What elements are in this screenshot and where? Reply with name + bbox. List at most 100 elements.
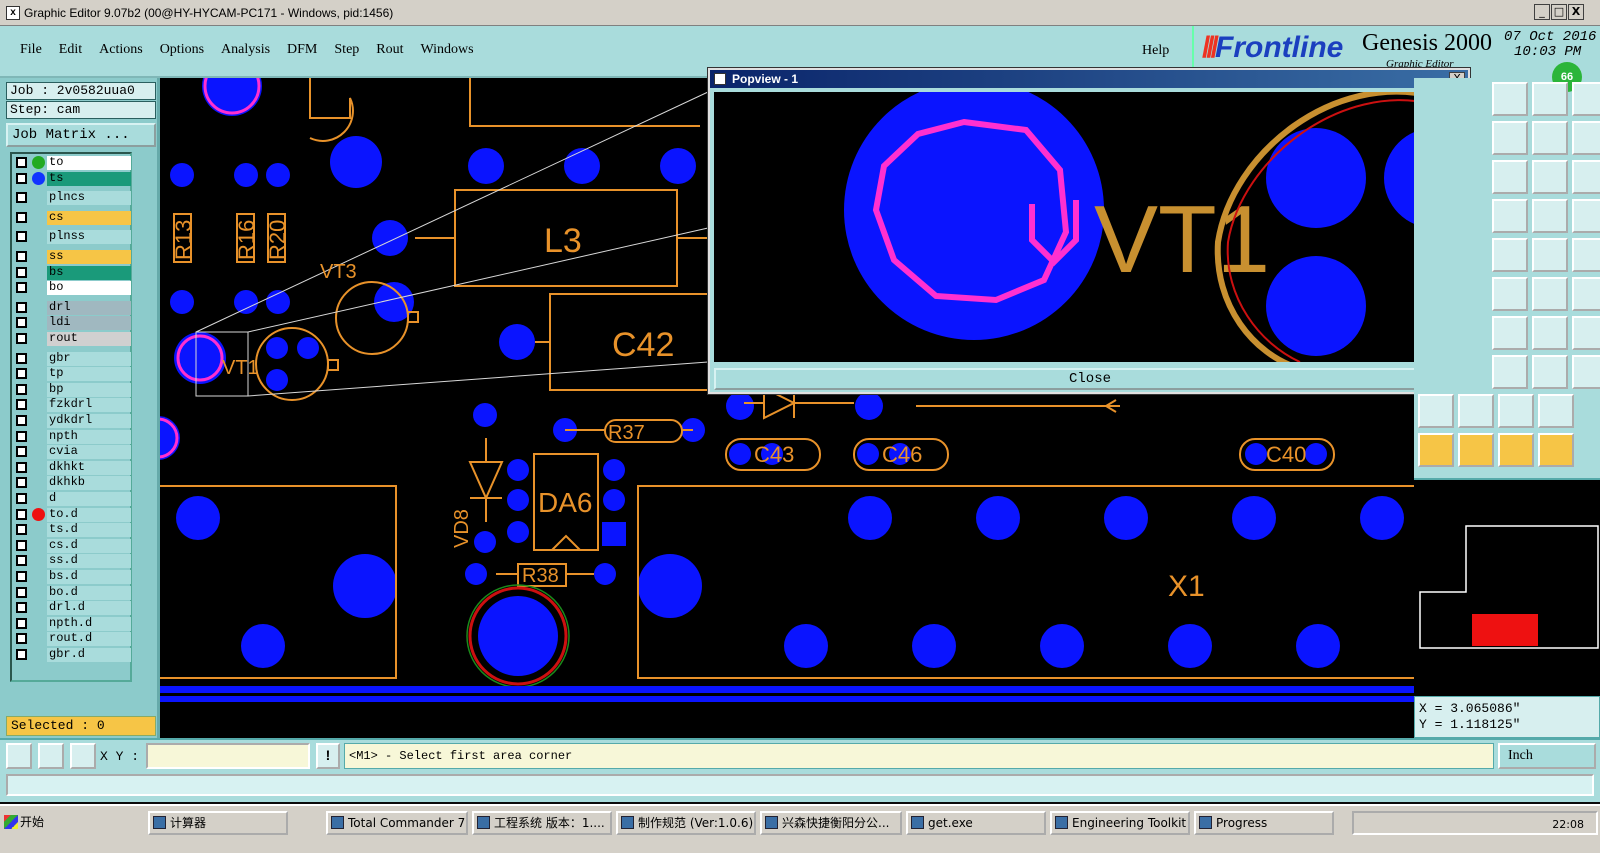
grid-button[interactable]: [70, 743, 96, 769]
layer-row[interactable]: bo.d: [14, 585, 131, 600]
layer-row[interactable]: plnss: [14, 230, 131, 245]
mirror-tool-button[interactable]: [1532, 121, 1568, 155]
highlight-tool-button[interactable]: [1538, 433, 1574, 467]
ruler-tool-button[interactable]: [1532, 238, 1568, 272]
cut-tool-button[interactable]: [1492, 277, 1528, 311]
layer-row[interactable]: cs.d: [14, 538, 131, 553]
pad-tool-button[interactable]: [1572, 238, 1600, 272]
surface-tool-button[interactable]: [1492, 238, 1528, 272]
menu-actions[interactable]: Actions: [99, 42, 143, 58]
taskbar-item[interactable]: 兴森快捷衡阳分公...: [760, 811, 902, 835]
stretch-tool-button[interactable]: [1572, 121, 1600, 155]
layer-checkbox[interactable]: [16, 571, 27, 582]
menu-analysis[interactable]: Analysis: [221, 42, 270, 58]
layer-checkbox[interactable]: [16, 266, 27, 278]
layer-row[interactable]: npth: [14, 429, 131, 444]
layer-row[interactable]: plncs: [14, 191, 131, 206]
compare-tool-button[interactable]: [1572, 355, 1600, 389]
line-tool-button[interactable]: [1532, 277, 1568, 311]
layer-checkbox[interactable]: [16, 317, 27, 329]
layer-row[interactable]: ydkdrl: [14, 414, 131, 428]
align-tool-button[interactable]: [1572, 199, 1600, 233]
menu-rout[interactable]: Rout: [376, 42, 403, 58]
help-tool-button[interactable]: [1572, 160, 1600, 194]
layer-checkbox[interactable]: [16, 617, 27, 629]
menu-step[interactable]: Step: [334, 42, 359, 58]
layer-row[interactable]: gbr: [14, 351, 131, 366]
route-tool-button[interactable]: [1532, 199, 1568, 233]
layer-checkbox[interactable]: [16, 508, 27, 520]
layer-checkbox[interactable]: [16, 383, 27, 395]
angle-tool-button[interactable]: [1458, 394, 1494, 428]
snap-button[interactable]: [6, 743, 32, 769]
layer-checkbox[interactable]: [16, 333, 27, 344]
layer-checkbox[interactable]: [16, 368, 27, 380]
taskbar-item[interactable]: Engineering Toolkit 9....: [1050, 811, 1190, 835]
layer-row[interactable]: ts: [14, 171, 131, 186]
layer-checkbox[interactable]: [16, 493, 27, 504]
xy-input[interactable]: [146, 743, 310, 769]
layer-checkbox[interactable]: [16, 602, 27, 614]
layer-row[interactable]: d: [14, 492, 131, 506]
layer-row[interactable]: ss.d: [14, 554, 131, 569]
snap-tool-button[interactable]: [1572, 316, 1600, 350]
layer-checkbox[interactable]: [16, 446, 27, 458]
measure-button[interactable]: [38, 743, 64, 769]
layer-row[interactable]: to.d: [14, 507, 131, 522]
layer-row[interactable]: rout.d: [14, 632, 131, 647]
delta-tool-button[interactable]: [1418, 394, 1454, 428]
taskbar-item[interactable]: get.exe: [906, 811, 1046, 835]
layer-row[interactable]: drl: [14, 300, 131, 315]
layer-checkbox[interactable]: [16, 524, 27, 536]
text-tool-button[interactable]: [1498, 394, 1534, 428]
layer-checkbox[interactable]: [16, 649, 27, 660]
layer-row[interactable]: bp: [14, 382, 131, 397]
select-tool-button[interactable]: [1418, 433, 1454, 467]
layer-checkbox[interactable]: [16, 555, 27, 567]
layer-row[interactable]: npth.d: [14, 616, 131, 631]
job-matrix-button[interactable]: Job Matrix ...: [6, 123, 156, 147]
grid-tool-button[interactable]: [1492, 82, 1528, 116]
close-window-button[interactable]: X: [1568, 4, 1584, 20]
alert-button[interactable]: !: [316, 743, 340, 769]
layer-row[interactable]: bs: [14, 265, 131, 280]
menu-edit[interactable]: Edit: [59, 42, 82, 58]
layer-row[interactable]: dkhkb: [14, 476, 131, 491]
arc-tool-button[interactable]: [1572, 277, 1600, 311]
layer-row[interactable]: fzkdrl: [14, 398, 131, 413]
layer-checkbox[interactable]: [16, 251, 27, 262]
layer-checkbox[interactable]: [16, 430, 27, 442]
minimize-button[interactable]: _: [1534, 4, 1550, 20]
scale-1-2-button[interactable]: [1532, 160, 1568, 194]
menu-dfm[interactable]: DFM: [287, 42, 317, 58]
layers-tool-button[interactable]: [1492, 199, 1528, 233]
undo-tool-button[interactable]: [1492, 316, 1528, 350]
taskbar-item[interactable]: Total Commander 7.0 ...: [326, 811, 468, 835]
layer-checkbox[interactable]: [16, 415, 27, 426]
taskbar-item[interactable]: 制作规范 (Ver:1.0.6): [616, 811, 756, 835]
layer-checkbox[interactable]: [16, 633, 27, 645]
layer-checkbox[interactable]: [16, 352, 27, 364]
taskbar-item[interactable]: Progress: [1194, 811, 1334, 835]
popview-canvas[interactable]: VT1: [714, 92, 1432, 362]
layer-checkbox[interactable]: [16, 477, 27, 489]
measure-tool-button[interactable]: [1532, 355, 1568, 389]
menu-options[interactable]: Options: [160, 42, 204, 58]
layer-checkbox[interactable]: [16, 211, 27, 223]
menu-windows[interactable]: Windows: [421, 42, 474, 58]
maximize-button[interactable]: □: [1551, 4, 1567, 20]
home-tool-button[interactable]: [1532, 82, 1568, 116]
layer-checkbox[interactable]: [16, 301, 27, 313]
layer-row[interactable]: ldi: [14, 316, 131, 331]
start-button[interactable]: 开始: [2, 811, 52, 835]
layer-row[interactable]: bo: [14, 281, 131, 296]
layer-row[interactable]: bs.d: [14, 570, 131, 584]
layer-checkbox[interactable]: [16, 461, 27, 473]
taskbar-item[interactable]: 计算器: [148, 811, 288, 835]
layer-row[interactable]: cvia: [14, 445, 131, 460]
layer-row[interactable]: to: [14, 156, 131, 170]
minimap[interactable]: [1414, 478, 1600, 696]
taskbar-item[interactable]: 工程系统 版本：1....: [472, 811, 612, 835]
shape-tool-button[interactable]: [1572, 82, 1600, 116]
layer-checkbox[interactable]: [16, 192, 27, 204]
